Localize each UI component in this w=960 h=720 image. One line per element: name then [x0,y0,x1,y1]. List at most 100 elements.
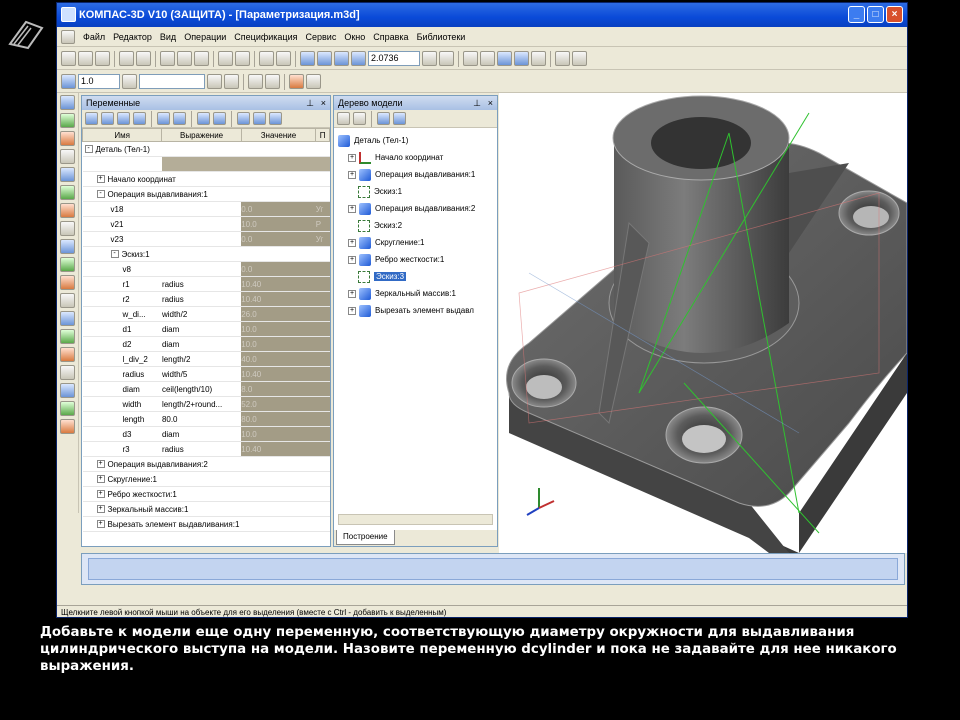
model-viewport[interactable] [499,93,907,553]
variable-expression[interactable]: radius [161,276,242,292]
select-icon[interactable] [60,203,75,218]
orient-icon[interactable] [572,51,587,66]
variable-row[interactable]: radius width/5 10.40 [82,366,330,382]
menu-item-0[interactable]: Файл [79,32,109,42]
variable-value[interactable]: 80.0 [241,411,316,427]
variable-row[interactable]: width length/2+round... 52.0 [82,396,330,412]
minimize-button[interactable]: _ [848,6,865,23]
preview-icon[interactable] [136,51,151,66]
params-icon[interactable] [306,74,321,89]
variable-expression[interactable]: width/5 [161,366,242,382]
shaded-icon[interactable] [497,51,512,66]
highlight-icon[interactable] [289,74,304,89]
library-icon[interactable] [60,383,75,398]
expand-toggle-icon[interactable]: - [96,190,105,199]
variable-expression[interactable]: diam [161,336,242,352]
panel-close-icon[interactable]: × [321,96,326,110]
menu-item-8[interactable]: Библиотеки [413,32,470,42]
column-header-1[interactable]: Выражение [161,128,242,142]
variable-value[interactable]: 0.0 [241,261,316,277]
perspective-icon[interactable] [531,51,546,66]
expand-toggle-icon[interactable]: + [348,153,356,162]
paste-icon[interactable] [194,51,209,66]
variable-value[interactable]: 10.0 [241,216,316,232]
expand-toggle-icon[interactable]: + [348,204,356,213]
expand-toggle-icon[interactable]: + [96,520,105,529]
delete-icon[interactable] [101,112,114,125]
variable-row[interactable]: d1 diam 10.0 [82,321,330,337]
spec-icon[interactable] [60,221,75,236]
hidden-lines-icon[interactable] [480,51,495,66]
snap-icon[interactable] [207,74,222,89]
variable-expression[interactable]: length/2 [161,351,242,367]
shaded-edges-icon[interactable] [514,51,529,66]
tree-node[interactable]: + Ребро жесткости:1 [338,251,493,268]
menu-item-2[interactable]: Вид [156,32,180,42]
variable-row[interactable]: l_div_2 length/2 40.0 [82,351,330,367]
variable-expression[interactable]: diam [161,321,242,337]
variable-row[interactable]: diam ceil(length/10) 8.0 [82,381,330,397]
tree-node[interactable]: Деталь (Тел-1) [338,132,493,149]
variable-row[interactable]: r1 radius 10.40 [82,276,330,292]
grid-icon[interactable] [61,74,76,89]
column-header-0[interactable]: Имя [82,128,163,142]
zoom-out-icon[interactable] [317,51,332,66]
variable-expression[interactable]: 80.0 [161,411,242,427]
analysis-icon[interactable] [60,401,75,416]
zoom-fit-icon[interactable] [351,51,366,66]
tree-mode-icon[interactable] [337,112,350,125]
expand-toggle-icon[interactable]: + [96,460,105,469]
variable-expression[interactable] [161,201,242,217]
tab-construction[interactable]: Построение [336,530,395,545]
wireframe-icon[interactable] [463,51,478,66]
commit-icon[interactable] [197,112,210,125]
variable-expression[interactable]: radius [161,291,242,307]
help-icon[interactable] [276,51,291,66]
variable-expression[interactable]: length/2+round... [161,396,242,412]
variable-expression[interactable] [161,216,242,232]
edit-icon[interactable] [60,149,75,164]
menu-item-6[interactable]: Окно [340,32,369,42]
pin-icon[interactable]: ⊥ [306,96,314,110]
expand-toggle-icon[interactable]: + [96,175,105,184]
variable-expression[interactable] [161,261,242,277]
insert-icon[interactable] [60,257,75,272]
column-header-3[interactable]: П [315,128,330,142]
variable-row[interactable]: v23 0.0 Уг [82,231,330,247]
tree-order-icon[interactable] [393,112,406,125]
variable-value[interactable]: 10.0 [241,426,316,442]
variable-value[interactable]: 0.0 [241,231,316,247]
tree-node[interactable]: Эскиз:1 [338,183,493,200]
variable-row[interactable]: + Вырезать элемент выдавливания:1 [82,516,330,532]
expand-icon[interactable] [117,112,130,125]
variable-expression[interactable]: ceil(length/10) [161,381,242,397]
sheet-metal-icon[interactable] [60,347,75,362]
variable-row[interactable]: + Зеркальный массив:1 [82,501,330,517]
expand-toggle-icon[interactable]: + [348,306,356,315]
variables-icon[interactable] [60,419,75,434]
panel-close-icon[interactable]: × [488,96,493,110]
column-header-2[interactable]: Значение [240,128,317,142]
filter-icon[interactable] [173,112,186,125]
expand-toggle-icon[interactable]: + [348,170,356,179]
menu-item-3[interactable]: Операции [180,32,230,42]
tree-node[interactable]: + Операция выдавливания:1 [338,166,493,183]
variable-value[interactable]: 40.0 [241,351,316,367]
designations-icon[interactable] [60,131,75,146]
zoom-window-icon[interactable] [334,51,349,66]
style-icon[interactable] [265,74,280,89]
variable-value[interactable]: 10.0 [241,321,316,337]
features-icon[interactable] [60,329,75,344]
expand-toggle-icon[interactable]: + [348,238,356,247]
variable-row[interactable]: v8 0.0 [82,261,330,277]
variable-row[interactable]: r2 radius 10.40 [82,291,330,307]
ortho-icon[interactable] [224,74,239,89]
dropdown-icon[interactable] [122,74,137,89]
menu-item-7[interactable]: Справка [369,32,412,42]
info-icon[interactable] [269,112,282,125]
variable-value[interactable]: 26.0 [241,306,316,322]
expand-toggle-icon[interactable]: + [348,289,356,298]
zoom-in-icon[interactable] [300,51,315,66]
variable-row[interactable]: length 80.0 80.0 [82,411,330,427]
tree-node[interactable]: + Скругление:1 [338,234,493,251]
